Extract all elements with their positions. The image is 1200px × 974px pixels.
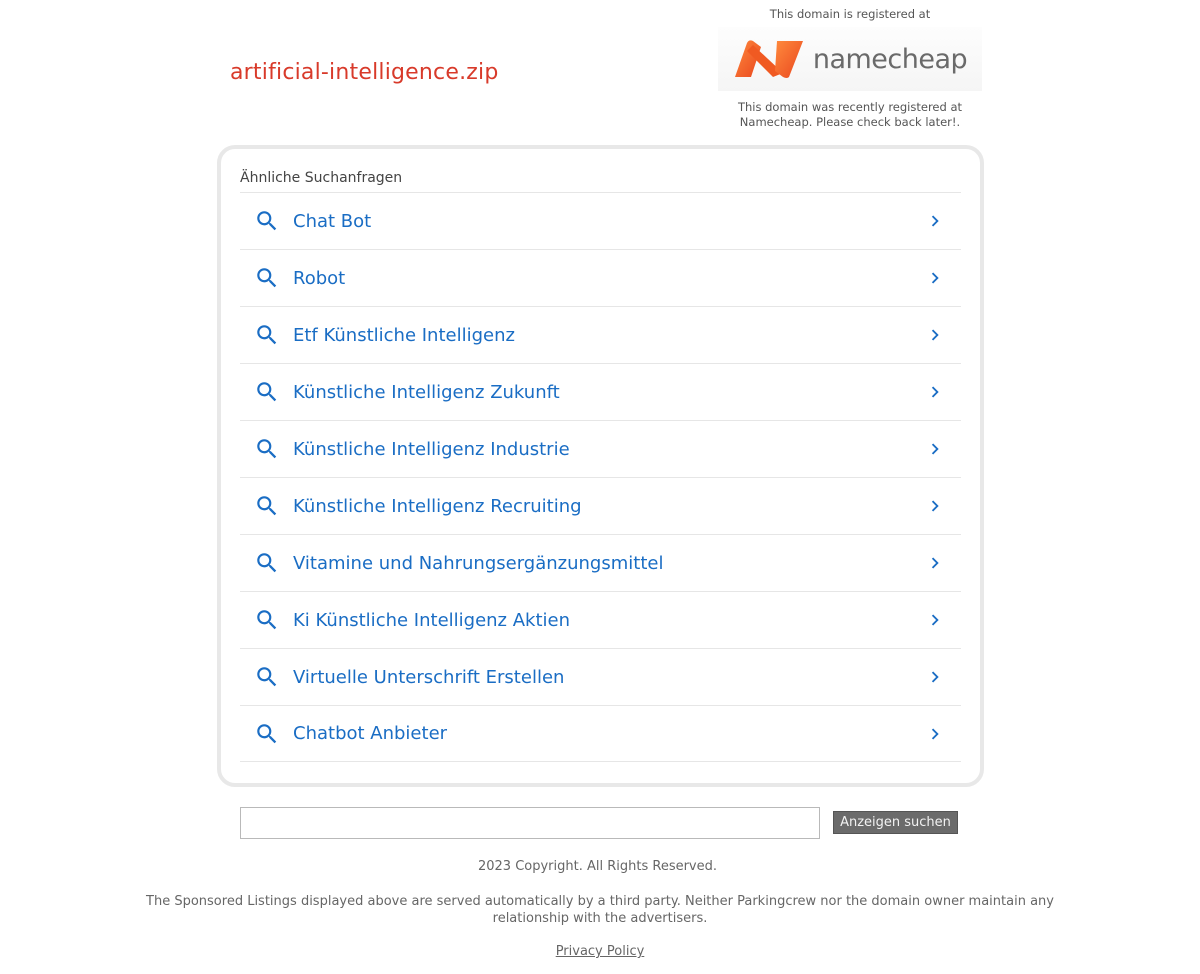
disclaimer-text: The Sponsored Listings displayed above a… [146,894,1054,926]
registrar-note: This domain was recently registered at N… [737,100,963,129]
ad-search-form: Anzeigen suchen [240,807,960,839]
search-icon [257,268,277,288]
related-search-label[interactable]: Künstliche Intelligenz Recruiting [293,496,582,517]
search-icon [257,382,277,402]
related-search-label[interactable]: Chatbot Anbieter [293,723,447,744]
related-search-item[interactable]: Etf Künstliche Intelligenz [240,306,961,363]
related-search-item[interactable]: Künstliche Intelligenz Industrie [240,420,961,477]
related-search-item[interactable]: Vitamine und Nahrungsergänzungsmittel [240,534,961,591]
namecheap-logo[interactable]: namecheap [718,27,982,91]
related-search-item[interactable]: Künstliche Intelligenz Zukunft [240,363,961,420]
search-icon [257,496,277,516]
ad-search-input[interactable] [240,807,820,839]
chevron-right-icon [931,614,939,626]
domain-title: artificial-intelligence.zip [230,60,499,85]
related-search-label[interactable]: Künstliche Intelligenz Zukunft [293,382,560,403]
related-searches-list: Chat Bot Robot Etf Künstliche Intelligen… [240,192,961,762]
namecheap-mark-icon [734,40,803,78]
related-search-item[interactable]: Chat Bot [240,192,961,249]
chevron-right-icon [931,329,939,341]
related-search-item[interactable]: Künstliche Intelligenz Recruiting [240,477,961,534]
related-searches-heading: Ähnliche Suchanfragen [240,170,403,186]
related-search-item[interactable]: Ki Künstliche Intelligenz Aktien [240,591,961,648]
related-search-label[interactable]: Robot [293,268,345,289]
search-icon [257,211,277,231]
chevron-right-icon [931,386,939,398]
related-search-item[interactable]: Virtuelle Unterschrift Erstellen [240,648,961,705]
related-search-label[interactable]: Chat Bot [293,211,371,232]
related-search-label[interactable]: Vitamine und Nahrungsergänzungsmittel [293,553,663,574]
chevron-right-icon [931,671,939,683]
related-search-label[interactable]: Ki Künstliche Intelligenz Aktien [293,610,570,631]
chevron-right-icon [931,215,939,227]
search-icon [257,667,277,687]
registrar-top-text: This domain is registered at [769,7,931,21]
related-search-label[interactable]: Etf Künstliche Intelligenz [293,325,515,346]
search-icon [257,325,277,345]
related-searches-panel: Ähnliche Suchanfragen Chat Bot Robot Etf… [217,145,984,787]
related-search-item[interactable]: Robot [240,249,961,306]
search-ads-button[interactable]: Anzeigen suchen [833,811,958,834]
search-icon [257,439,277,459]
related-search-label[interactable]: Künstliche Intelligenz Industrie [293,439,570,460]
copyright-text: 2023 Copyright. All Rights Reserved. [477,859,718,874]
chevron-right-icon [931,557,939,569]
chevron-right-icon [931,272,939,284]
privacy-footer: Privacy Policy [0,944,1200,959]
registrar-panel: This domain is registered at namecheap T… [718,0,982,130]
chevron-right-icon [931,443,939,455]
search-icon [257,553,277,573]
related-search-item[interactable]: Chatbot Anbieter [240,705,961,762]
related-search-label[interactable]: Virtuelle Unterschrift Erstellen [293,667,564,688]
search-icon [257,610,277,630]
chevron-right-icon [931,500,939,512]
search-icon [257,724,277,744]
chevron-right-icon [931,728,939,740]
privacy-policy-link[interactable]: Privacy Policy [556,944,645,959]
namecheap-wordmark: namecheap [812,43,968,75]
